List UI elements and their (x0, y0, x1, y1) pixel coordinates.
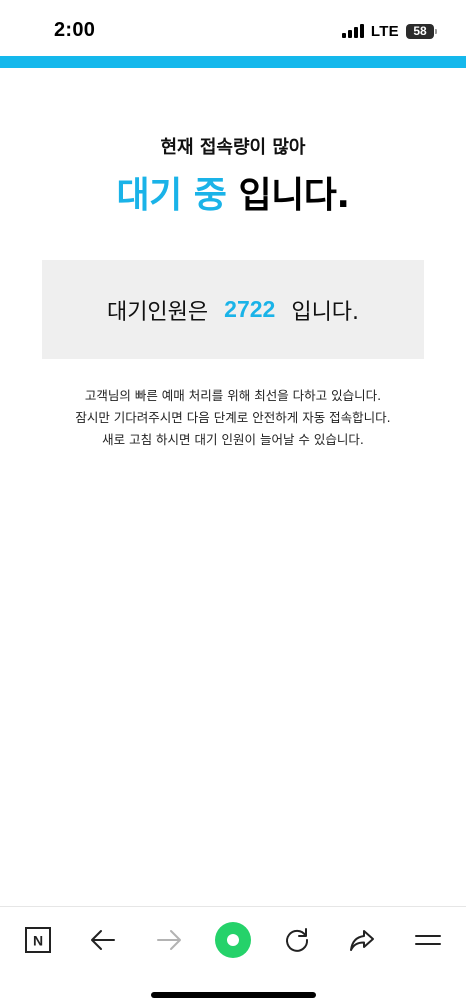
notice-line: 새로 고침 하시면 대기 인원이 늘어날 수 있습니다. (102, 432, 364, 447)
accent-bar (0, 56, 466, 68)
queue-prefix: 대기인원은 (106, 299, 209, 325)
page-title: 대기 중 입니다. (0, 166, 466, 218)
notice-line: 잠시만 기다려주시면 다음 단계로 안전하게 자동 접속합니다. (75, 410, 391, 425)
network-label: LTE (370, 22, 399, 40)
share-icon (350, 930, 374, 951)
page-subtitle: 현재 접속량이 많아 (160, 137, 306, 158)
signal-icon (341, 24, 364, 38)
green-dot-button[interactable] (200, 907, 266, 973)
svg-text:N: N (33, 933, 43, 949)
home-indicator (151, 992, 316, 998)
battery-icon: 58 (406, 23, 437, 39)
refresh-button[interactable] (264, 907, 330, 973)
menu-icon (415, 935, 441, 945)
menu-button[interactable] (395, 907, 461, 973)
status-bar: 2:00 LTE 58 (0, 0, 466, 56)
queue-count: 2722 (224, 296, 276, 322)
notice-text: 고객님의 빠른 예매 처리를 위해 최선을 다하고 있습니다. 잠시만 기다려주… (0, 385, 466, 451)
queue-suffix: 입니다. (291, 299, 360, 325)
back-button[interactable] (70, 907, 136, 973)
notice-line: 고객님의 빠른 예매 처리를 위해 최선을 다하고 있습니다. (84, 388, 382, 403)
title-rest-text: 입니다. (238, 175, 350, 216)
battery-level: 58 (413, 23, 427, 38)
title-accent-text: 대기 중 (116, 175, 227, 216)
forward-button[interactable] (136, 907, 202, 973)
page: 2:00 LTE 58 현재 접속량이 많아 대기 중 입니다. 대기인원은 2… (0, 0, 466, 1008)
naver-home-icon: N (25, 927, 51, 953)
naver-home-button[interactable]: N (5, 907, 71, 973)
green-dot-icon (215, 922, 251, 958)
queue-count-box: 대기인원은 2722 입니다. (42, 260, 424, 359)
share-button[interactable] (329, 907, 395, 973)
status-time: 2:00 (54, 19, 96, 41)
forward-arrow-icon (157, 930, 181, 950)
refresh-icon (286, 928, 309, 952)
browser-toolbar: N (0, 906, 466, 973)
status-indicators: LTE 58 (341, 22, 437, 40)
back-arrow-icon (91, 930, 115, 950)
